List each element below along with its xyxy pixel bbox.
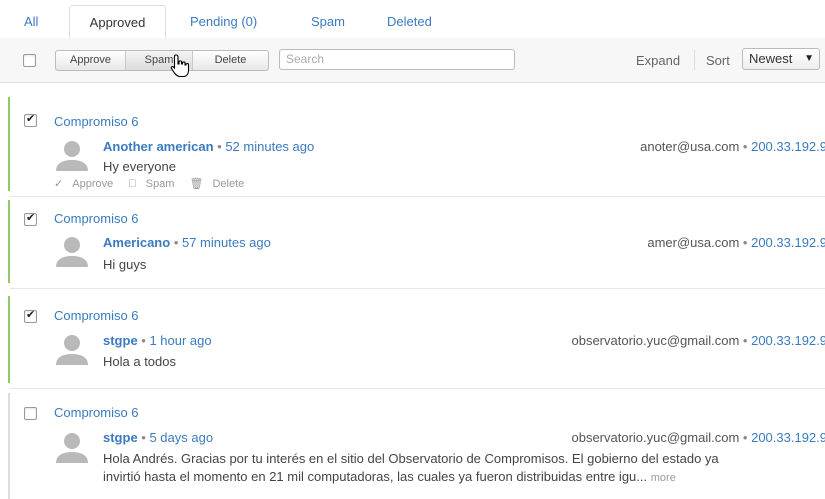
delete-action[interactable]: 🗑 Delete bbox=[189, 178, 250, 190]
filter-tabs: All Approved Pending (0) Spam Deleted bbox=[0, 0, 825, 39]
moderation-toolbar: Approve Spam Delete Search Expand Sort N… bbox=[0, 38, 825, 83]
search-input[interactable]: Search bbox=[279, 49, 515, 70]
author-name[interactable]: Americano bbox=[103, 235, 170, 250]
comment-body: Hola a todos bbox=[103, 354, 176, 369]
hand-cursor-icon bbox=[170, 54, 190, 78]
sort-value: Newest bbox=[749, 51, 793, 66]
comment-author-line: stgpe • 5 days ago bbox=[103, 430, 214, 445]
author-email[interactable]: observatorio.yuc@gmail.com bbox=[571, 333, 739, 348]
avatar bbox=[56, 237, 88, 267]
bulk-action-buttons: Approve Spam Delete bbox=[55, 50, 269, 71]
author-ip[interactable]: 200.33.192.9 bbox=[751, 430, 825, 445]
toolbar-divider bbox=[694, 50, 695, 70]
author-name[interactable]: stgpe bbox=[103, 430, 138, 445]
delete-button[interactable]: Delete bbox=[193, 51, 268, 70]
author-ip[interactable]: 200.33.192.9 bbox=[751, 333, 825, 348]
author-email[interactable]: anoter@usa.com bbox=[640, 139, 739, 154]
trash-icon: 🗑 bbox=[189, 178, 207, 190]
comment-body-line-2: invirtió hasta el momento en 21 mil comp… bbox=[103, 469, 676, 484]
approve-action[interactable]: ✓ Approve bbox=[54, 178, 119, 190]
tab-pending[interactable]: Pending (0) bbox=[190, 14, 257, 29]
tab-all[interactable]: All bbox=[24, 14, 38, 29]
avatar bbox=[56, 335, 88, 365]
avatar bbox=[56, 141, 88, 171]
divider bbox=[10, 288, 825, 289]
comment-meta: observatorio.yuc@gmail.com • 200.33.192.… bbox=[571, 333, 825, 348]
tab-deleted[interactable]: Deleted bbox=[387, 14, 432, 29]
comment-item: Compromiso 6 stgpe • 1 hour ago observat… bbox=[8, 296, 825, 383]
spam-action[interactable]: ⃠ Spam bbox=[137, 178, 181, 190]
author-email[interactable]: amer@usa.com bbox=[647, 235, 739, 250]
author-name[interactable]: Another american bbox=[103, 139, 214, 154]
author-name[interactable]: stgpe bbox=[103, 333, 138, 348]
comment-meta: amer@usa.com • 200.33.192.9 bbox=[647, 235, 825, 250]
avatar bbox=[56, 433, 88, 463]
comment-item: Compromiso 6 Another american • 52 minut… bbox=[8, 97, 825, 191]
comment-author-line: stgpe • 1 hour ago bbox=[103, 333, 212, 348]
comment-checkbox[interactable] bbox=[24, 407, 37, 420]
select-all-checkbox[interactable] bbox=[23, 54, 36, 67]
approve-button[interactable]: Approve bbox=[56, 51, 126, 70]
author-email[interactable]: observatorio.yuc@gmail.com bbox=[571, 430, 739, 445]
tab-spam[interactable]: Spam bbox=[311, 14, 345, 29]
divider bbox=[10, 388, 825, 389]
tab-approved[interactable]: Approved bbox=[69, 5, 166, 38]
comment-author-line: Another american • 52 minutes ago bbox=[103, 139, 315, 154]
comment-body-line-1: Hola Andrés. Gracias por tu interés en e… bbox=[103, 451, 719, 466]
thread-link[interactable]: Compromiso 6 bbox=[54, 308, 139, 323]
comment-checkbox[interactable] bbox=[24, 308, 37, 323]
author-ip[interactable]: 200.33.192.9 bbox=[751, 139, 825, 154]
comment-actions: ✓ Approve ⃠ Spam 🗑 Delete bbox=[54, 177, 256, 190]
check-icon: ✓ bbox=[54, 178, 67, 190]
expand-link[interactable]: Expand bbox=[636, 53, 680, 68]
comment-checkbox[interactable] bbox=[24, 211, 37, 226]
more-link[interactable]: more bbox=[651, 472, 676, 484]
comment-item: Compromiso 6 Americano • 57 minutes ago … bbox=[8, 200, 825, 283]
block-icon: ⃠ bbox=[136, 178, 140, 190]
comment-time[interactable]: 52 minutes ago bbox=[225, 139, 314, 154]
divider bbox=[10, 196, 825, 197]
thread-link[interactable]: Compromiso 6 bbox=[54, 405, 139, 420]
comment-body: Hi guys bbox=[103, 257, 147, 272]
sort-label: Sort bbox=[706, 53, 730, 68]
author-ip[interactable]: 200.33.192.9 bbox=[751, 235, 825, 250]
comment-meta: anoter@usa.com • 200.33.192.9 bbox=[640, 139, 825, 154]
comment-item: Compromiso 6 stgpe • 5 days ago observat… bbox=[8, 393, 825, 499]
comment-meta: observatorio.yuc@gmail.com • 200.33.192.… bbox=[571, 430, 825, 445]
comment-time[interactable]: 1 hour ago bbox=[149, 333, 211, 348]
comment-body: Hy everyone bbox=[103, 159, 176, 174]
sort-select[interactable]: Newest ▼ bbox=[742, 48, 820, 70]
comment-author-line: Americano • 57 minutes ago bbox=[103, 235, 271, 250]
thread-link[interactable]: Compromiso 6 bbox=[54, 114, 139, 129]
chevron-down-icon: ▼ bbox=[804, 53, 814, 64]
comment-checkbox[interactable] bbox=[24, 112, 37, 127]
comment-time[interactable]: 57 minutes ago bbox=[182, 235, 271, 250]
comment-time[interactable]: 5 days ago bbox=[149, 430, 213, 445]
thread-link[interactable]: Compromiso 6 bbox=[54, 211, 139, 226]
